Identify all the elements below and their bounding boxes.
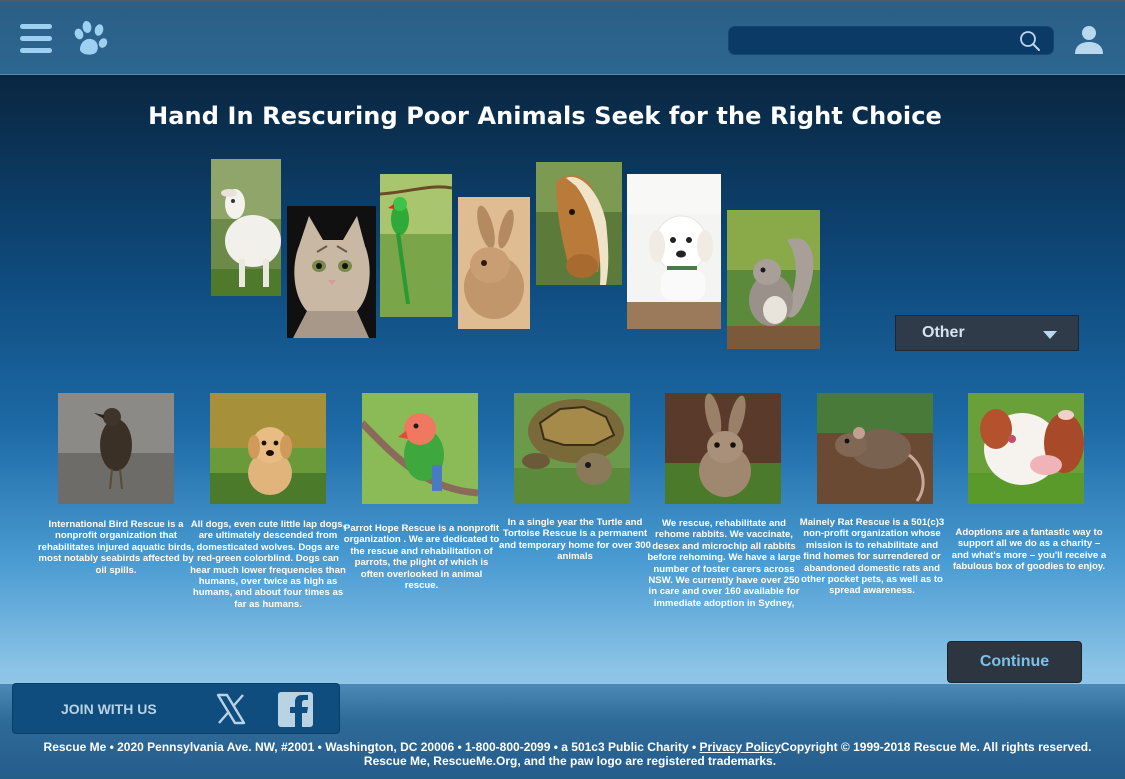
gallery-image-goat xyxy=(211,159,281,296)
dropdown-selected-value: Other xyxy=(922,324,965,341)
card-image-rabbit[interactable] xyxy=(665,393,781,504)
gallery-image-squirrel xyxy=(727,210,820,349)
footer-trademark: Rescue Me, RescueMe.Org, and the paw log… xyxy=(363,754,777,768)
join-with-us-box: JOIN WITH US xyxy=(12,683,340,734)
gallery-image-puppy xyxy=(627,174,721,329)
card-text-rat: Mainely Rat Rescue is a 501(c)3 non-prof… xyxy=(799,517,945,597)
card-text-tortoise: In a single year the Turtle and Tortoise… xyxy=(499,517,651,563)
card-image-parrot[interactable] xyxy=(362,393,478,504)
footer-address: Rescue Me • 2020 Pennsylvania Ave. NW, #… xyxy=(0,740,1125,754)
footer-copyright: Copyright © 1999-2018 Rescue Me. All rig… xyxy=(780,740,1092,754)
top-bar xyxy=(0,0,1125,75)
gallery-image-horse xyxy=(536,162,622,285)
gallery-image-cat xyxy=(287,206,376,338)
card-text-calf: Adoptions are a fantastic way to support… xyxy=(951,527,1107,573)
card-text-parrot: Parrot Hope Rescue is a nonprofit organi… xyxy=(343,523,500,592)
footer-address-text: Rescue Me • 2020 Pennsylvania Ave. NW, #… xyxy=(43,740,700,754)
page-title: Hand In Rescuring Poor Animals Seek for … xyxy=(148,102,942,130)
animal-filter-dropdown[interactable]: Other xyxy=(895,315,1079,351)
card-image-calf[interactable] xyxy=(968,393,1084,504)
search-input[interactable] xyxy=(739,30,1009,52)
search-icon[interactable] xyxy=(1019,30,1041,52)
chevron-down-icon xyxy=(1043,331,1057,339)
privacy-policy-link[interactable]: Privacy Policy xyxy=(700,740,781,754)
hamburger-menu-icon[interactable] xyxy=(20,24,52,54)
join-label: JOIN WITH US xyxy=(61,701,157,717)
card-image-bird[interactable] xyxy=(58,393,174,504)
continue-button[interactable]: Continue xyxy=(947,641,1082,683)
search-bar[interactable] xyxy=(728,26,1054,55)
card-image-tortoise[interactable] xyxy=(514,393,630,504)
card-image-dog[interactable] xyxy=(210,393,326,504)
card-text-rabbit: We rescue, rehabilitate and rehome rabbi… xyxy=(647,518,801,609)
facebook-icon[interactable] xyxy=(278,692,313,727)
card-text-dog: All dogs, even cute little lap dogs, are… xyxy=(190,519,346,610)
card-image-rat[interactable] xyxy=(817,393,933,504)
user-icon[interactable] xyxy=(1074,24,1104,56)
gallery-image-rabbit xyxy=(458,197,530,329)
card-text-bird: International Bird Rescue is a nonprofit… xyxy=(37,519,195,576)
x-twitter-icon[interactable] xyxy=(216,693,246,725)
paw-logo-icon[interactable] xyxy=(70,20,110,58)
gallery-image-parrot xyxy=(380,174,452,317)
